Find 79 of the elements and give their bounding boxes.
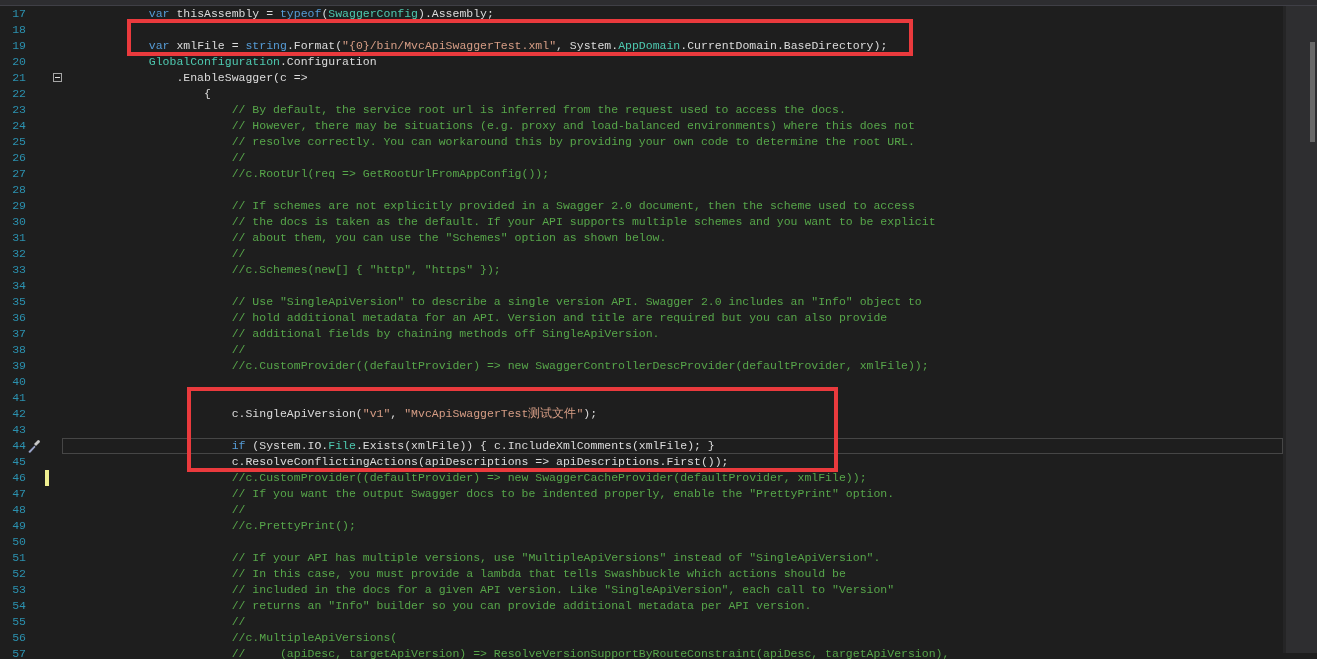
code-line: //c.Schemes(new[] { "http", "https" }); [230,262,502,278]
line-number: 27 [11,166,26,182]
code-line: // hold additional metadata for an API. Version and title are required but you can also provide [230,310,889,326]
line-number: 48 [11,502,26,518]
line-number: 24 [11,118,26,134]
code-line: var xmlFile = string.Format("{0}/bin/MvcApiSwaggerTest.xml", System.AppDomain.CurrentDomain.BaseDirectory); [147,38,889,54]
line-number: 29 [11,198,26,214]
line-number: 34 [11,278,26,294]
line-number: 19 [11,38,26,54]
code-line: // If schemes are not explicitly provided in a Swagger 2.0 document, then the scheme used to access [230,198,916,214]
line-number: 54 [11,598,26,614]
code-line: //c.RootUrl(req => GetRootUrlFromAppConfig()); [230,166,551,182]
code-line: // [230,614,247,630]
line-number: 37 [11,326,26,342]
code-line: // resolve correctly. You can workaround this by providing your own code to determine the root URL. [230,134,916,150]
code-line: // However, there may be situations (e.g. proxy and load-balanced environments) where this does not [230,118,916,134]
line-number: 56 [11,630,26,646]
code-line: { [203,86,212,102]
line-number: 47 [11,486,26,502]
line-number: 49 [11,518,26,534]
line-number: 42 [11,406,26,422]
line-number: 44 [11,438,26,454]
scrollbar[interactable] [1283,6,1317,653]
line-number: 45 [11,454,26,470]
code-line: // (apiDesc, targetApiVersion) => ResolveVersionSupportByRouteConstraint(apiDesc, targetApiVersion), [230,646,951,659]
code-line: // By default, the service root url is inferred from the request used to access the docs. [230,102,847,118]
line-number: 46 [11,470,26,486]
line-number: 41 [11,390,26,406]
code-line: // included in the docs for a given API version. Like "SingleApiVersion", each call to "Version" [230,582,896,598]
code-line: // In this case, you must provide a lambda that tells Swashbuckle which actions should be [230,566,847,582]
code-line: //c.MultipleApiVersions( [230,630,399,646]
code-line: // the docs is taken as the default. If your API supports multiple schemes and you want to be explicit [230,214,937,230]
scrollbar-thumb[interactable] [1310,42,1315,142]
line-number: 22 [11,86,26,102]
code-line: if (System.IO.File.Exists(xmlFile)) { c.IncludeXmlComments(xmlFile); } [62,438,1283,454]
line-number: 52 [11,566,26,582]
line-number: 51 [11,550,26,566]
line-number: 17 [11,6,26,22]
code-line: // additional fields by chaining methods off SingleApiVersion. [230,326,661,342]
line-number: 55 [11,614,26,630]
line-number: 38 [11,342,26,358]
code-line: c.ResolveConflictingActions(apiDescriptions => apiDescriptions.First()); [230,454,730,470]
code-line: // If your API has multiple versions, use "MultipleApiVersions" instead of "SingleApiVersion". [230,550,882,566]
code-line: .EnableSwagger(c => [175,70,309,86]
code-line: // [230,502,247,518]
line-number: 43 [11,422,26,438]
line-number: 57 [11,646,26,659]
line-number: 28 [11,182,26,198]
collapse-icon[interactable] [53,73,62,82]
line-number: 53 [11,582,26,598]
code-line: // returns an "Info" builder so you can provide additional metadata per API version. [230,598,813,614]
line-number: 30 [11,214,26,230]
code-line: // [230,246,247,262]
line-number: 26 [11,150,26,166]
screwdriver-icon[interactable] [27,439,41,453]
line-number: 20 [11,54,26,70]
line-number: 31 [11,230,26,246]
code-line: //c.CustomProvider((defaultProvider) => new SwaggerControllerDescProvider(defaultProvider, xmlFile)); [230,358,930,374]
line-number: 39 [11,358,26,374]
line-number: 21 [11,70,26,86]
code-line: //c.PrettyPrint(); [230,518,357,534]
line-number: 32 [11,246,26,262]
line-number: 23 [11,102,26,118]
line-number: 18 [11,22,26,38]
code-line: var thisAssembly = typeof(SwaggerConfig).Assembly; [147,6,495,22]
code-line: // Use "SingleApiVersion" to describe a single version API. Swagger 2.0 includes an "Info" object to [230,294,923,310]
line-number: 35 [11,294,26,310]
code-line: // [230,150,247,166]
line-number: 33 [11,262,26,278]
code-line: c.SingleApiVersion("v1", "MvcApiSwaggerTest测试文件"); [230,406,599,422]
line-number: 50 [11,534,26,550]
code-line: //c.CustomProvider((defaultProvider) => new SwaggerCacheProvider(defaultProvider, xmlFile)); [230,470,868,486]
line-number: 36 [11,310,26,326]
line-number: 40 [11,374,26,390]
line-number: 25 [11,134,26,150]
code-line: // about them, you can use the "Schemes" option as shown below. [230,230,668,246]
code-line: GlobalConfiguration.Configuration [147,54,378,70]
code-line: // If you want the output Swagger docs to be indented properly, enable the "PrettyPrint" option. [230,486,896,502]
code-line: // [230,342,247,358]
